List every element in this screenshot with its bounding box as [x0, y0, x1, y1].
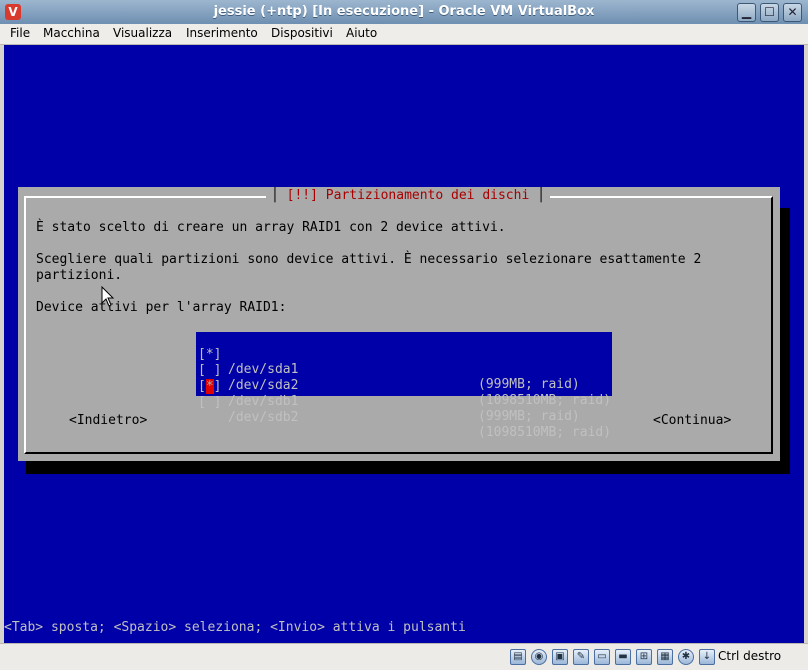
maximize-button[interactable]: ☐	[760, 3, 779, 22]
cd-icon[interactable]: ◉	[531, 649, 547, 665]
mouse-pointer-icon	[101, 286, 115, 307]
video-capture-icon[interactable]: ▦	[657, 649, 673, 665]
dialog-text-raid-info: È stato scelto di creare un array RAID1 …	[36, 220, 506, 235]
dialog-title: │ [!!] Partizionamento dei dischi │	[266, 188, 550, 203]
help-line: <Tab> sposta; <Spazio> seleziona; <Invio…	[4, 620, 466, 635]
list-item-selected[interactable]: [*] /dev/sdb1 (999MB; raid)	[196, 364, 612, 424]
menubar: File Macchina Visualizza Inserimento Dis…	[0, 24, 808, 45]
usb-icon[interactable]: ✎	[573, 649, 589, 665]
menu-macchina[interactable]: Macchina	[43, 26, 100, 40]
menu-aiuto[interactable]: Aiuto	[346, 26, 377, 40]
window-titlebar[interactable]: V jessie (+ntp) [In esecuzione] - Oracle…	[0, 0, 808, 25]
dialog-text-instructions: Scegliere quali partizioni sono device a…	[36, 252, 702, 267]
window-title: jessie (+ntp) [In esecuzione] - Oracle V…	[213, 4, 595, 19]
hdd-icon[interactable]: ▤	[510, 649, 526, 665]
list-item[interactable]: [ ] /dev/sdb2 (1098510MB; raid)	[196, 380, 612, 440]
minimize-button[interactable]: ▁	[737, 3, 756, 22]
dialog-text-list-label: Device attivi per l'array RAID1:	[36, 300, 287, 315]
partition-list[interactable]: [*] /dev/sda1 (999MB; raid) [ ] /dev/sda…	[196, 332, 612, 440]
host-key-label: Ctrl destro	[718, 649, 782, 663]
back-button[interactable]: <Indietro>	[69, 413, 147, 428]
network-icon[interactable]: ⊞	[636, 649, 652, 665]
menu-inserimento[interactable]: Inserimento	[186, 26, 258, 40]
shared-folder-icon[interactable]: ▭	[594, 649, 610, 665]
menu-visualizza[interactable]: Visualizza	[113, 26, 172, 40]
display-icon[interactable]: ▬	[615, 649, 631, 665]
menu-file[interactable]: File	[10, 26, 30, 40]
close-button[interactable]: ✕	[783, 3, 802, 22]
list-item[interactable]: [*] /dev/sda1 (999MB; raid)	[196, 332, 612, 392]
cpu-icon[interactable]: ✱	[678, 649, 694, 665]
checkbox[interactable]: [ ]	[198, 395, 221, 410]
list-item[interactable]: [ ] /dev/sda2 (1098510MB; raid)	[196, 348, 612, 408]
vm-statusbar: ▤ ◉ ▣ ✎ ▭ ▬ ⊞ ▦ ✱ ↓ Ctrl destro	[0, 643, 808, 670]
continue-button[interactable]: <Continua>	[653, 413, 731, 428]
menu-dispositivi[interactable]: Dispositivi	[271, 26, 333, 40]
dialog-text-instructions-cont: partizioni.	[36, 268, 123, 283]
floppy-icon[interactable]: ▣	[552, 649, 568, 665]
mouse-integration-icon[interactable]: ↓	[699, 649, 715, 665]
